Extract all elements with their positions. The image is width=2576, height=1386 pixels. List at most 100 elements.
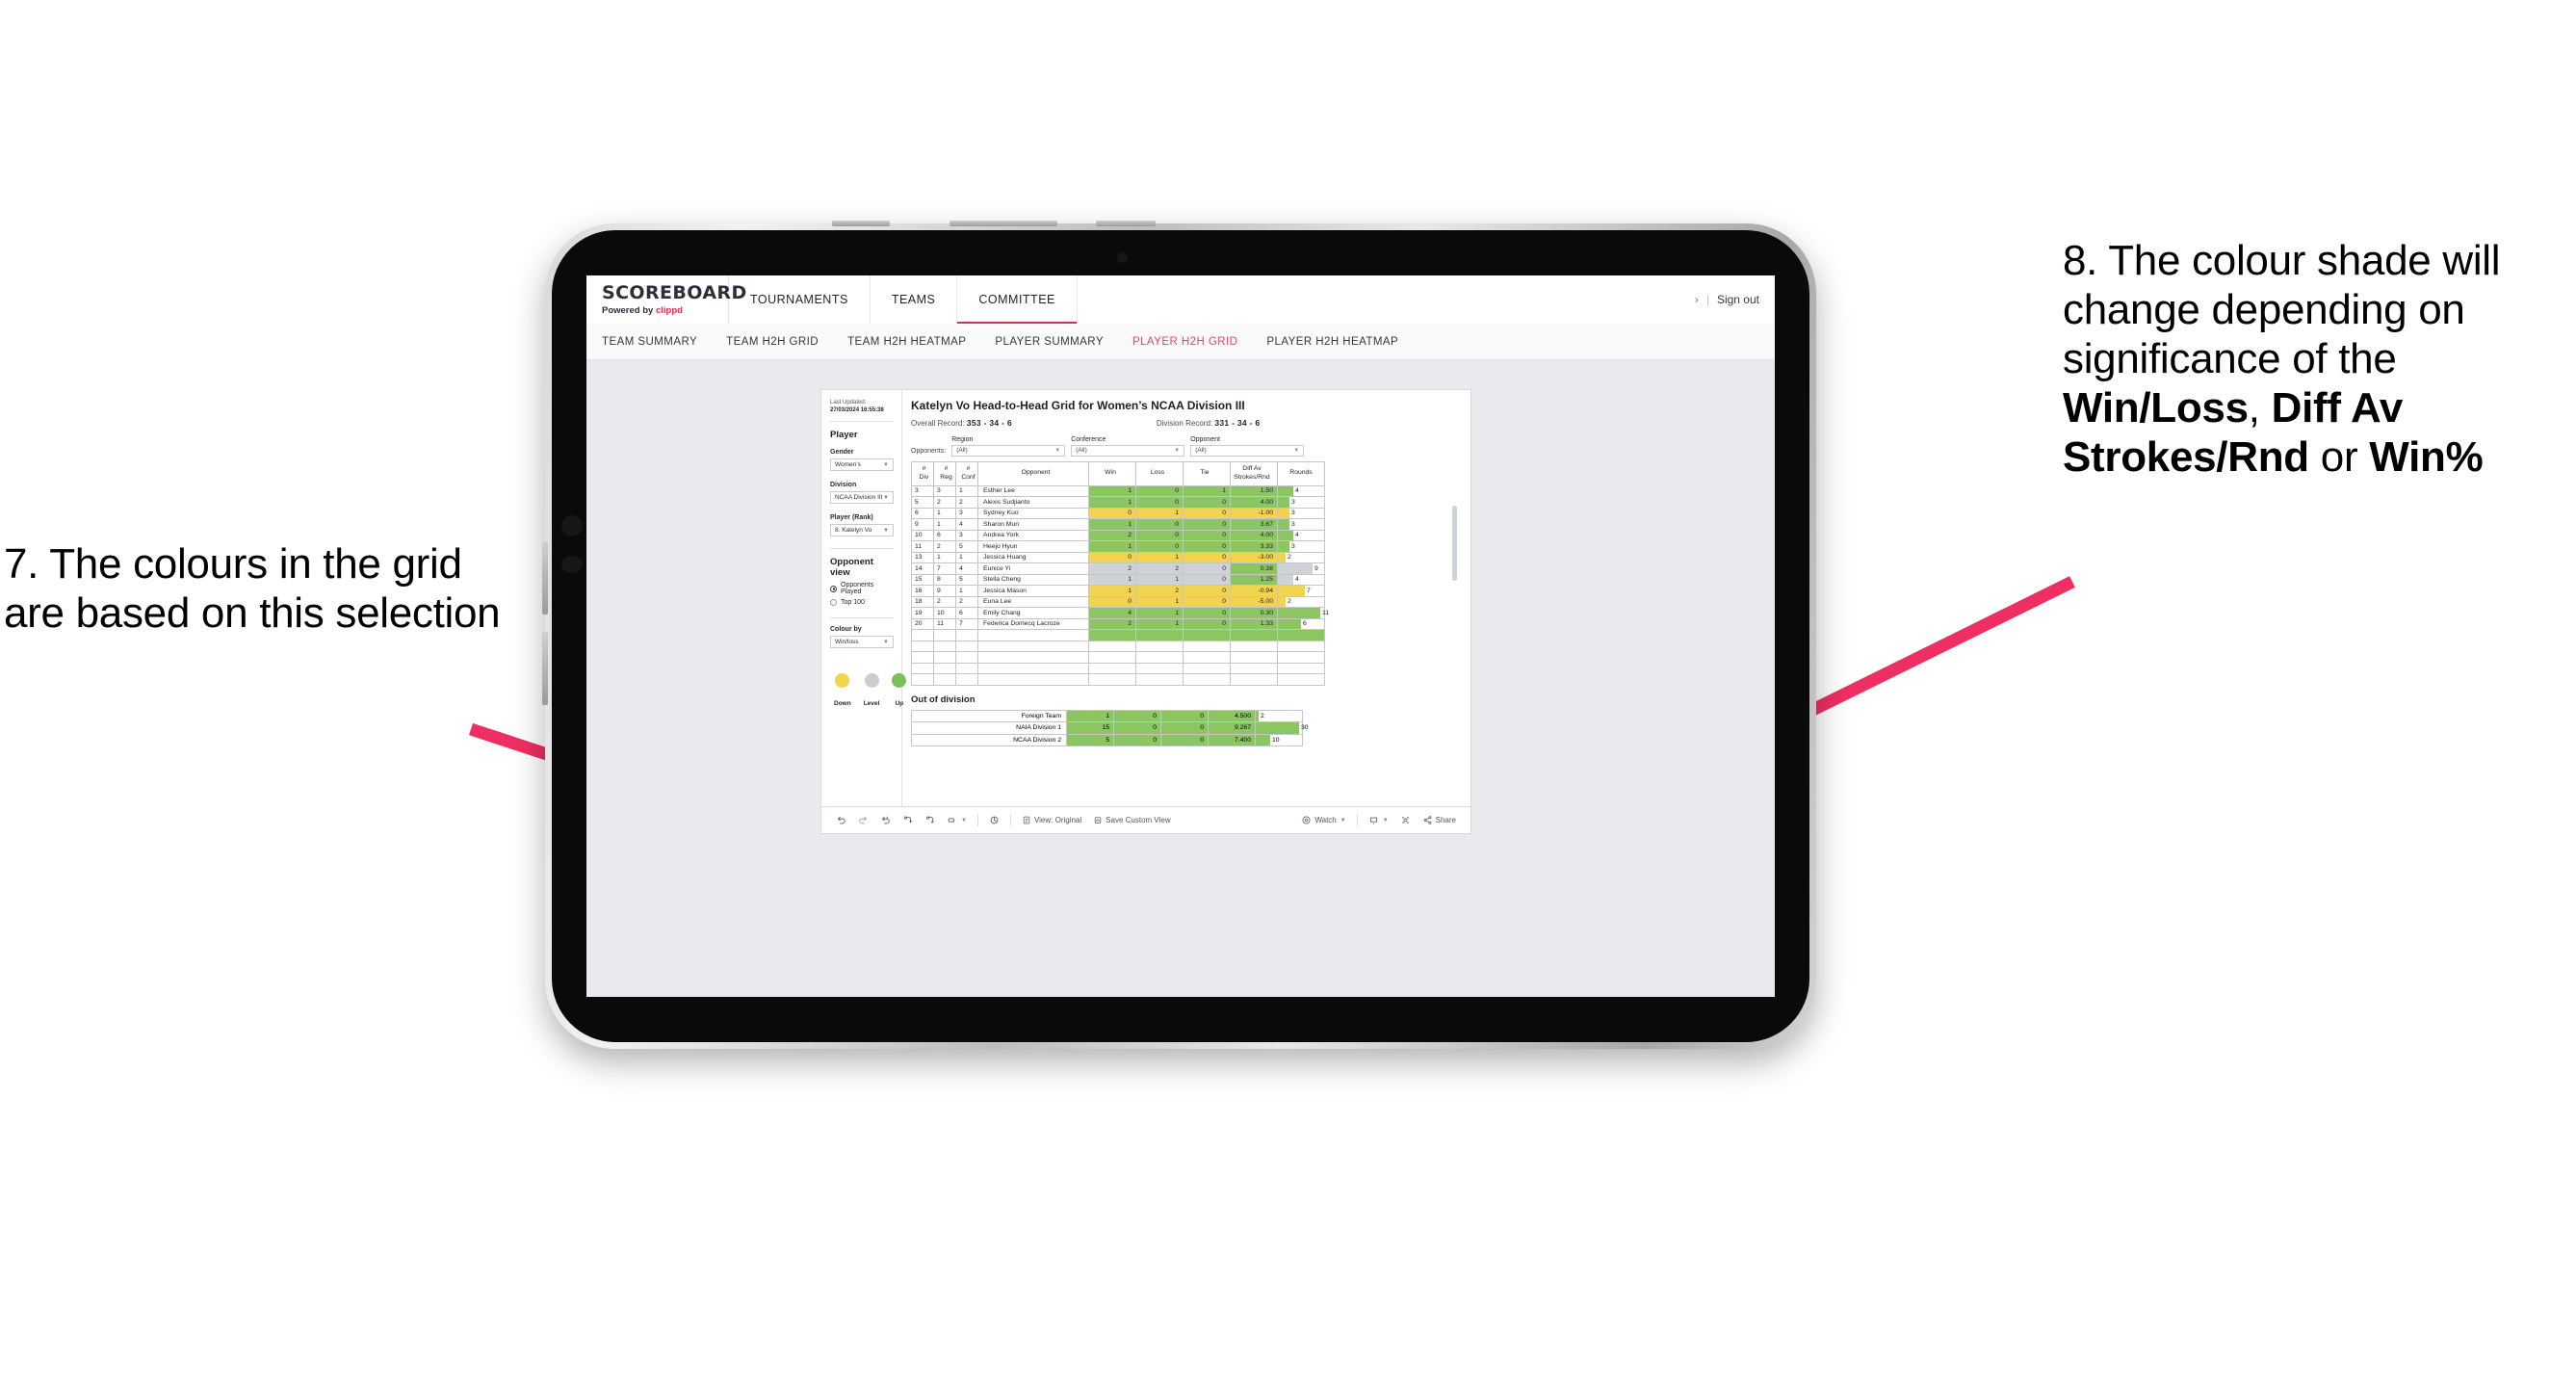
grid-cell-win[interactable]: 4 [1088, 607, 1136, 619]
grid-cell-opponent[interactable]: Esther Lee [977, 484, 1089, 497]
grid-cell-tie[interactable]: 0 [1183, 573, 1231, 586]
grid-cell-opponent[interactable]: Sharon Mun [977, 518, 1089, 531]
ood-cell[interactable]: 0 [1113, 733, 1161, 746]
grid-cell-tie[interactable]: 0 [1183, 617, 1231, 630]
opponent-filter-region-select[interactable]: (All) ▼ [951, 444, 1066, 457]
radio-top-100[interactable]: Top 100 [830, 599, 894, 607]
table-row[interactable]: 13 1 1 Jessica Huang 0 1 0 -3.00 2 [911, 551, 1325, 563]
grid-cell-reg[interactable]: 11 [933, 617, 956, 630]
nav-tournaments[interactable]: TOURNAMENTS [729, 275, 871, 324]
refresh-button[interactable] [897, 815, 919, 825]
undo-button[interactable] [830, 815, 852, 825]
grid-cell-conf[interactable]: 5 [955, 573, 978, 586]
filter-division-select[interactable]: NCAA Division III ▼ [830, 491, 894, 505]
grid-cell-loss[interactable]: 2 [1135, 585, 1184, 597]
subnav-team-h2h-grid[interactable]: TEAM H2H GRID [726, 336, 819, 348]
grid-cell-win[interactable]: 0 [1088, 595, 1136, 608]
grid-cell-loss[interactable]: 1 [1135, 617, 1184, 630]
grid-cell-tie[interactable]: 0 [1183, 518, 1231, 531]
grid-cell-diffavstrokesrnd[interactable]: 3.67 [1230, 518, 1278, 531]
grid-cell-rounds[interactable]: 4 [1277, 529, 1325, 541]
grid-cell-rounds[interactable]: 4 [1277, 484, 1325, 497]
ood-cell-rounds[interactable]: 30 [1255, 721, 1309, 735]
grid-col-header-7[interactable]: Diff Av Strokes/Rnd [1230, 460, 1278, 486]
grid-cell-opponent[interactable]: Heejo Hyun [977, 540, 1089, 553]
table-row[interactable]: 16 9 1 Jessica Mason 1 2 0 -0.94 7 [911, 585, 1325, 597]
grid-cell-conf[interactable]: 7 [955, 617, 978, 630]
grid-cell-opponent[interactable]: Andrea York [977, 529, 1089, 541]
ood-cell[interactable]: NAIA Division 1 [911, 721, 1067, 735]
grid-cell-div[interactable]: 3 [911, 484, 934, 497]
grid-cell-opponent[interactable]: Eunice Yi [977, 562, 1089, 575]
grid-col-header-0[interactable]: # Div [911, 460, 934, 486]
grid-cell-div[interactable]: 20 [911, 617, 934, 630]
grid-cell-diffavstrokesrnd[interactable]: -0.94 [1230, 585, 1278, 597]
share-button[interactable]: Share [1417, 815, 1462, 825]
grid-cell-conf[interactable]: 4 [955, 562, 978, 575]
grid-cell-rounds[interactable]: 2 [1277, 551, 1325, 563]
grid-cell-conf[interactable]: 4 [955, 518, 978, 531]
table-row[interactable]: 9 1 4 Sharon Mun 1 0 0 3.67 3 [911, 518, 1325, 531]
filter-gender-select[interactable]: Women’s ▼ [830, 458, 894, 472]
grid-cell-tie[interactable]: 0 [1183, 540, 1231, 553]
out-of-division-row[interactable]: NAIA Division 1 15 0 0 9.267 30 [911, 721, 1309, 735]
ood-cell[interactable]: 5 [1066, 733, 1114, 746]
grid-col-header-6[interactable]: Tie [1183, 460, 1231, 486]
grid-col-header-3[interactable]: Opponent [977, 460, 1089, 486]
grid-cell-opponent[interactable]: Alexis Sudjianto [977, 496, 1089, 509]
table-row[interactable]: 6 1 3 Sydney Kuo 0 1 0 -1.00 3 [911, 507, 1325, 519]
grid-cell-div[interactable]: 13 [911, 551, 934, 563]
grid-cell-reg[interactable]: 3 [933, 484, 956, 497]
grid-cell-rounds[interactable]: 6 [1277, 617, 1325, 630]
subnav-player-summary[interactable]: PLAYER SUMMARY [995, 336, 1104, 348]
grid-cell-win[interactable]: 2 [1088, 617, 1136, 630]
ood-cell[interactable]: 0 [1160, 709, 1209, 722]
brand-logo[interactable]: SCOREBOARD Powered by clippd [586, 275, 746, 324]
table-row[interactable]: 19 10 6 Emily Chang 4 1 0 0.30 11 [911, 607, 1329, 619]
out-of-division-row[interactable]: Foreign Team 1 0 0 4.500 2 [911, 709, 1303, 722]
chevron-right-icon[interactable]: › [1695, 293, 1699, 306]
grid-cell-conf[interactable]: 1 [955, 484, 978, 497]
ood-cell[interactable]: 0 [1113, 709, 1161, 722]
grid-cell-rounds[interactable]: 2 [1277, 595, 1325, 608]
grid-cell-win[interactable]: 1 [1088, 540, 1136, 553]
grid-cell-reg[interactable]: 8 [933, 573, 956, 586]
grid-cell-loss[interactable]: 1 [1135, 551, 1184, 563]
grid-cell-tie[interactable]: 0 [1183, 607, 1231, 619]
grid-col-header-2[interactable]: # Conf [955, 460, 978, 486]
view-original-button[interactable]: View: Original [1016, 815, 1087, 825]
nav-teams[interactable]: TEAMS [871, 275, 958, 324]
grid-cell-diffavstrokesrnd[interactable]: 1.33 [1230, 617, 1278, 630]
grid-cell-reg[interactable]: 2 [933, 540, 956, 553]
ood-cell[interactable]: 9.267 [1208, 721, 1256, 735]
grid-cell-opponent[interactable]: Jessica Mason [977, 585, 1089, 597]
grid-cell-conf[interactable]: 3 [955, 507, 978, 519]
grid-cell-conf[interactable]: 5 [955, 540, 978, 553]
opponent-filter-conference-select[interactable]: (All) ▼ [1071, 444, 1185, 457]
grid-cell-win[interactable]: 2 [1088, 529, 1136, 541]
grid-cell-diffavstrokesrnd[interactable]: 4.00 [1230, 529, 1278, 541]
ood-cell[interactable]: 7.400 [1208, 733, 1256, 746]
highlight-button[interactable] [983, 815, 1005, 825]
grid-cell-win[interactable]: 0 [1088, 507, 1136, 519]
pause-updates-button[interactable] [919, 815, 941, 825]
grid-col-header-5[interactable]: Loss [1135, 460, 1184, 486]
grid-cell-tie[interactable]: 0 [1183, 507, 1231, 519]
table-row[interactable]: 3 3 1 Esther Lee 1 0 1 1.50 4 [911, 484, 1325, 497]
grid-cell-tie[interactable]: 0 [1183, 562, 1231, 575]
colour-by-select[interactable]: Win/loss ▼ [830, 636, 894, 649]
ood-cell[interactable]: NCAA Division 2 [911, 733, 1067, 746]
grid-cell-rounds[interactable]: 9 [1277, 562, 1325, 575]
grid-cell-loss[interactable]: 0 [1135, 496, 1184, 509]
subnav-player-h2h-grid[interactable]: PLAYER H2H GRID [1132, 336, 1237, 348]
grid-cell-reg[interactable]: 10 [933, 607, 956, 619]
grid-cell-rounds[interactable]: 11 [1277, 607, 1329, 619]
grid-cell-reg[interactable]: 7 [933, 562, 956, 575]
grid-cell-rounds[interactable]: 3 [1277, 496, 1325, 509]
ood-cell-rounds[interactable]: 2 [1255, 709, 1303, 722]
grid-cell-rounds[interactable]: 7 [1277, 585, 1325, 597]
grid-col-header-1[interactable]: # Reg [933, 460, 956, 486]
grid-cell-div[interactable]: 14 [911, 562, 934, 575]
grid-cell-div[interactable]: 16 [911, 585, 934, 597]
grid-cell-div[interactable]: 18 [911, 595, 934, 608]
